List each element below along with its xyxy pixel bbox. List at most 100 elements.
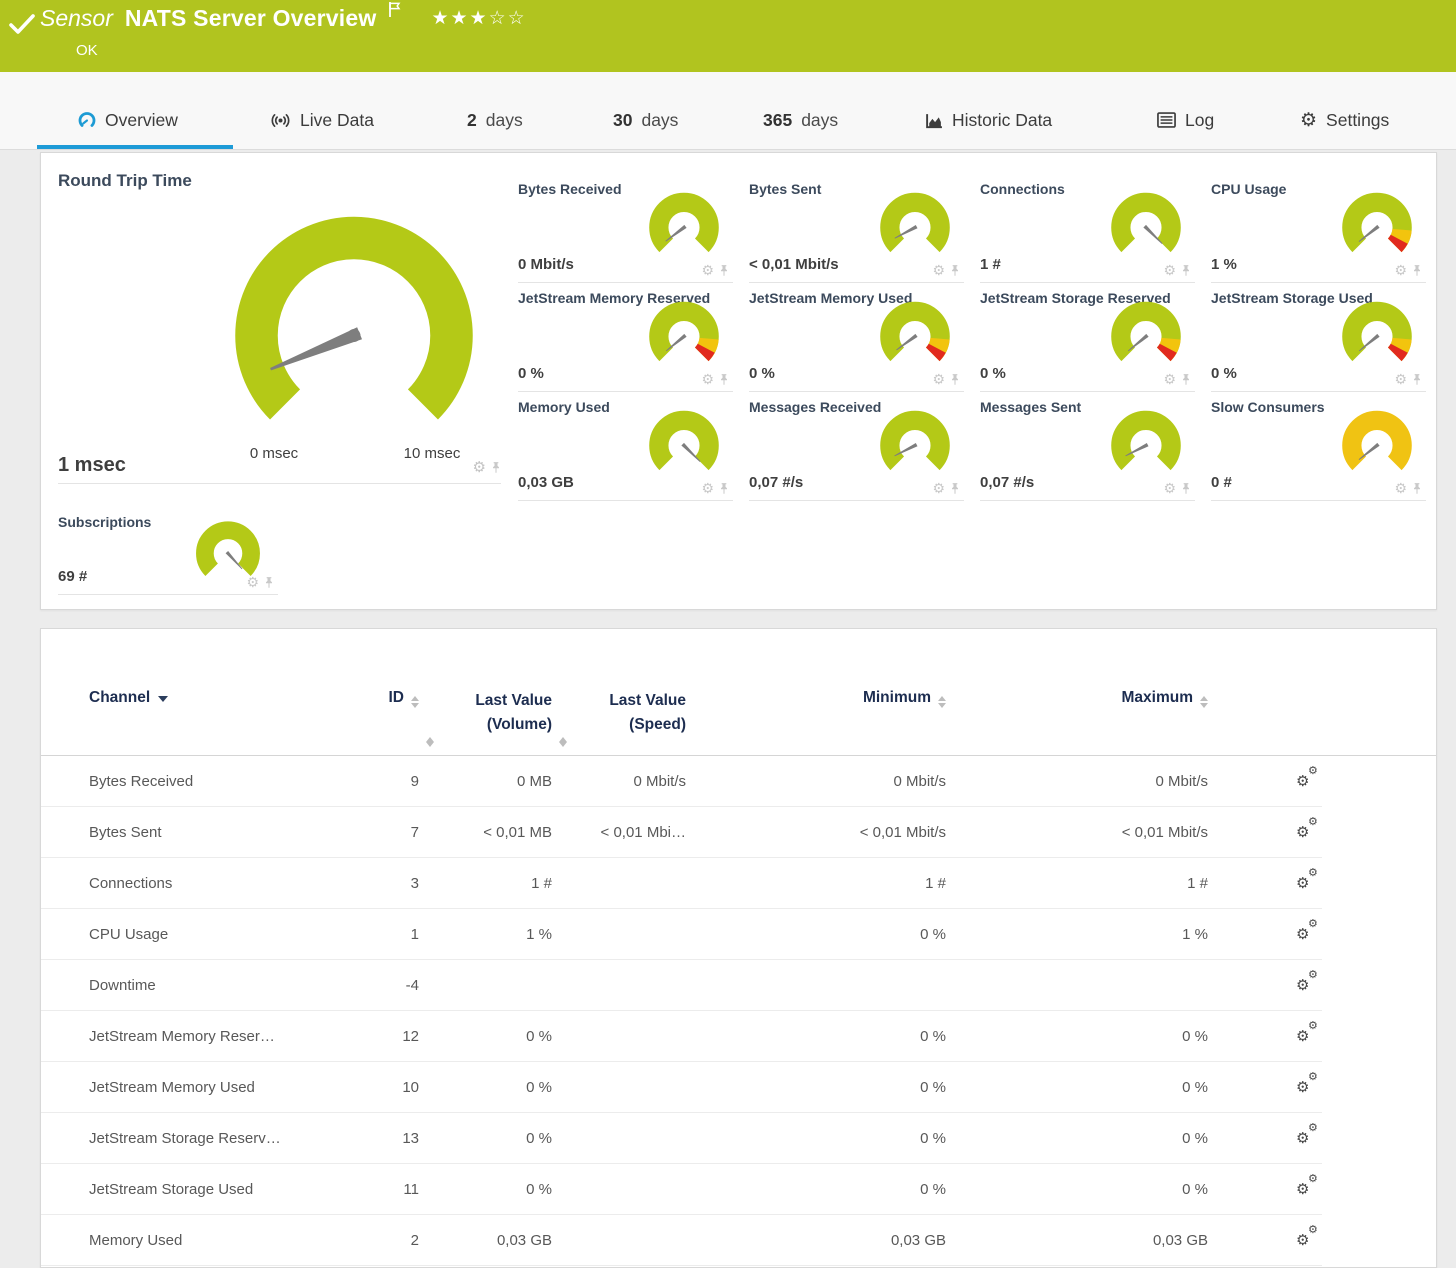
channel-name: Downtime	[89, 977, 329, 994]
pin-icon[interactable]	[719, 373, 729, 386]
gear-icon[interactable]: ⚙	[1394, 263, 1407, 277]
table-body: Bytes Received 9 0 MB 0 Mbit/s 0 Mbit/s …	[41, 756, 1322, 1266]
column-header-id[interactable]: ID	[329, 675, 419, 755]
table-row[interactable]: Memory Used 2 0,03 GB 0,03 GB 0,03 GB ⚙⚙	[41, 1215, 1322, 1266]
gear-icon[interactable]: ⚙	[1163, 372, 1176, 386]
table-row[interactable]: JetStream Storage Used 11 0 % 0 % 0 % ⚙⚙	[41, 1164, 1322, 1215]
channel-id: 13	[329, 1130, 419, 1147]
channel-settings-icon[interactable]: ⚙⚙	[1296, 920, 1322, 944]
gear-icon: ⚙	[1300, 111, 1317, 130]
channel-settings-icon[interactable]: ⚙⚙	[1296, 1175, 1322, 1199]
maximum-value: 0 Mbit/s	[946, 773, 1208, 790]
column-header-last-value-volume[interactable]: Last Value (Volume)	[419, 675, 552, 755]
gear-icon[interactable]: ⚙	[473, 460, 486, 475]
channel-settings-icon[interactable]: ⚙⚙	[1296, 971, 1322, 995]
channel-name: JetStream Storage Used	[89, 1181, 329, 1198]
column-header-channel[interactable]: Channel	[89, 675, 329, 755]
pin-icon[interactable]	[264, 576, 274, 589]
gauge-tile[interactable]: Connections 1 # ⚙	[980, 173, 1195, 283]
channel-settings-icon[interactable]: ⚙⚙	[1296, 818, 1322, 842]
tab-overview[interactable]: Overview	[78, 98, 178, 142]
gear-icon[interactable]: ⚙	[1163, 263, 1176, 277]
channel-settings-icon[interactable]: ⚙⚙	[1296, 767, 1322, 791]
gauge-tile[interactable]: JetStream Storage Reserved 0 % ⚙	[980, 282, 1195, 392]
pin-icon[interactable]	[719, 264, 729, 277]
maximum-value: 1 #	[946, 875, 1208, 892]
active-tab-indicator	[37, 145, 233, 149]
gauge-tile[interactable]: Slow Consumers 0 # ⚙	[1211, 391, 1426, 501]
column-header-maximum[interactable]: Maximum	[946, 675, 1208, 755]
channel-id: 7	[329, 824, 419, 841]
gear-icon[interactable]: ⚙	[701, 372, 714, 386]
tab-historic-data[interactable]: Historic Data	[925, 98, 1052, 142]
gear-icon[interactable]: ⚙	[932, 481, 945, 495]
gauge-tile[interactable]: Subscriptions 69 # ⚙	[58, 506, 278, 595]
channel-id: 2	[329, 1232, 419, 1249]
pin-icon[interactable]	[1412, 264, 1422, 277]
gauge-tile[interactable]: CPU Usage 1 % ⚙	[1211, 173, 1426, 283]
minimum-value: 1 #	[686, 875, 946, 892]
gauge-tile[interactable]: JetStream Storage Used 0 % ⚙	[1211, 282, 1426, 392]
channel-settings-icon[interactable]: ⚙⚙	[1296, 869, 1322, 893]
gauge-scale-min: 0 msec	[224, 445, 324, 462]
gear-icon[interactable]: ⚙	[1394, 372, 1407, 386]
table-row[interactable]: Downtime -4 ⚙⚙	[41, 960, 1322, 1011]
gauge-tile[interactable]: Memory Used 0,03 GB ⚙	[518, 391, 733, 501]
channel-settings-icon[interactable]: ⚙⚙	[1296, 1124, 1322, 1148]
gauge-tile[interactable]: Messages Received 0,07 #/s ⚙	[749, 391, 964, 501]
gauge-value: 0,07 #/s	[980, 474, 1034, 491]
pin-icon[interactable]	[950, 264, 960, 277]
table-row[interactable]: Bytes Received 9 0 MB 0 Mbit/s 0 Mbit/s …	[41, 756, 1322, 807]
gear-icon[interactable]: ⚙	[246, 575, 259, 589]
pin-icon[interactable]	[950, 482, 960, 495]
pin-icon[interactable]	[1412, 373, 1422, 386]
primary-gauge-tile[interactable]: Round Trip Time 0 msec 10 msec 1 msec ⚙	[58, 167, 501, 484]
column-header-minimum[interactable]: Minimum	[686, 675, 946, 755]
table-row[interactable]: JetStream Memory Used 10 0 % 0 % 0 % ⚙⚙	[41, 1062, 1322, 1113]
gauge-tile[interactable]: Bytes Sent < 0,01 Mbit/s ⚙	[749, 173, 964, 283]
pin-icon[interactable]	[491, 461, 501, 474]
gauge-tile[interactable]: Messages Sent 0,07 #/s ⚙	[980, 391, 1195, 501]
maximum-value: < 0,01 Mbit/s	[946, 824, 1208, 841]
channel-settings-icon[interactable]: ⚙⚙	[1296, 1022, 1322, 1046]
pin-icon[interactable]	[1412, 482, 1422, 495]
table-row[interactable]: Connections 3 1 # 1 # 1 # ⚙⚙	[41, 858, 1322, 909]
sensor-header: Sensor NATS Server Overview ★★★☆☆ OK	[0, 0, 1456, 72]
table-row[interactable]: CPU Usage 1 1 % 0 % 1 % ⚙⚙	[41, 909, 1322, 960]
table-row[interactable]: JetStream Storage Reserv… 13 0 % 0 % 0 %…	[41, 1113, 1322, 1164]
channel-name: Bytes Received	[89, 773, 329, 790]
minimum-value: 0 %	[686, 1130, 946, 1147]
gauge-tile[interactable]: Bytes Received 0 Mbit/s ⚙	[518, 173, 733, 283]
tab-365-days[interactable]: 365 days	[763, 98, 838, 142]
tab-live-data[interactable]: Live Data	[270, 98, 374, 142]
gear-icon[interactable]: ⚙	[932, 372, 945, 386]
channel-settings-icon[interactable]: ⚙⚙	[1296, 1073, 1322, 1097]
gear-icon[interactable]: ⚙	[1163, 481, 1176, 495]
column-header-last-value-speed[interactable]: Last Value (Speed)	[552, 675, 686, 755]
pin-icon[interactable]	[1181, 264, 1191, 277]
gauge-title: Slow Consumers	[1211, 399, 1325, 415]
maximum-value: 1 %	[946, 926, 1208, 943]
tab-2-days[interactable]: 2 days	[467, 98, 523, 142]
gauge-value: 0 Mbit/s	[518, 256, 574, 273]
tab-settings[interactable]: ⚙ Settings	[1300, 98, 1389, 142]
gauge-tile[interactable]: JetStream Memory Used 0 % ⚙	[749, 282, 964, 392]
priority-stars[interactable]: ★★★☆☆	[431, 7, 526, 30]
channel-name: Memory Used	[89, 1232, 329, 1249]
tab-log[interactable]: Log	[1157, 98, 1214, 142]
maximum-value: 0 %	[946, 1130, 1208, 1147]
pin-icon[interactable]	[950, 373, 960, 386]
gear-icon[interactable]: ⚙	[1394, 481, 1407, 495]
table-row[interactable]: JetStream Memory Reser… 12 0 % 0 % 0 % ⚙…	[41, 1011, 1322, 1062]
gauge-tile[interactable]: JetStream Memory Reserved 0 % ⚙	[518, 282, 733, 392]
gear-icon[interactable]: ⚙	[701, 263, 714, 277]
table-row[interactable]: Bytes Sent 7 < 0,01 MB < 0,01 Mbi… < 0,0…	[41, 807, 1322, 858]
pin-icon[interactable]	[719, 482, 729, 495]
channel-settings-icon[interactable]: ⚙⚙	[1296, 1226, 1322, 1250]
pin-icon[interactable]	[1181, 373, 1191, 386]
tab-30-days[interactable]: 30 days	[613, 98, 678, 142]
gear-icon[interactable]: ⚙	[701, 481, 714, 495]
minimum-value: 0 Mbit/s	[686, 773, 946, 790]
gear-icon[interactable]: ⚙	[932, 263, 945, 277]
pin-icon[interactable]	[1181, 482, 1191, 495]
